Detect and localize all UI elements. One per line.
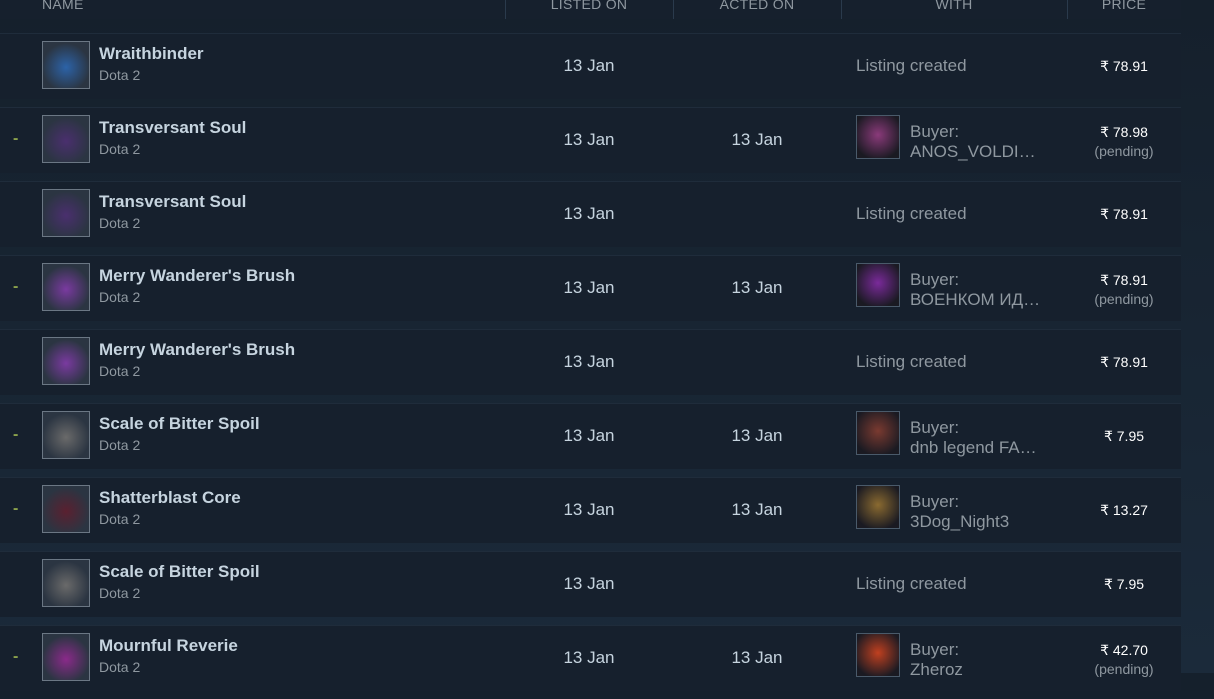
item-thumbnail[interactable] bbox=[42, 337, 90, 385]
buyer-name-link[interactable]: 3Dog_Night3 bbox=[910, 512, 1050, 532]
gain-marker: - bbox=[13, 426, 19, 443]
item-game: Dota 2 bbox=[99, 363, 141, 379]
price-value: ₹ 78.91 bbox=[1100, 58, 1148, 74]
table-row[interactable]: Wraithbinder Dota 2 13 Jan Listing created ₹… bbox=[0, 33, 1181, 99]
listing-status: Listing created bbox=[856, 204, 967, 223]
price-value: ₹ 13.27 bbox=[1100, 502, 1148, 518]
price-value: ₹ 7.95 bbox=[1103, 428, 1145, 444]
item-game: Dota 2 bbox=[99, 141, 141, 157]
listed-on-date: 13 Jan bbox=[563, 426, 615, 445]
buyer-name-link[interactable]: ANOS_VOLDI… bbox=[910, 142, 1050, 162]
item-game: Dota 2 bbox=[99, 215, 141, 231]
listed-on-date: 13 Jan bbox=[563, 56, 615, 75]
buyer-avatar[interactable] bbox=[856, 115, 900, 159]
buyer-label: Buyer: bbox=[910, 122, 960, 141]
table-row[interactable]: - Merry Wanderer's Brush Dota 2 13 Jan 13 Ja… bbox=[0, 255, 1181, 321]
item-name-link[interactable]: Transversant Soul bbox=[99, 118, 246, 138]
listed-on-date: 13 Jan bbox=[563, 204, 615, 223]
buyer-label: Buyer: bbox=[910, 640, 960, 659]
acted-on-date: 13 Jan bbox=[731, 648, 783, 667]
item-name-link[interactable]: Merry Wanderer's Brush bbox=[99, 340, 295, 360]
item-game: Dota 2 bbox=[99, 511, 141, 527]
header-name[interactable]: NAME bbox=[42, 0, 84, 19]
header-listed-on[interactable]: LISTED ON bbox=[505, 0, 673, 19]
item-name-link[interactable]: Scale of Bitter Spoil bbox=[99, 414, 260, 434]
acted-on-date: 13 Jan bbox=[731, 426, 783, 445]
buyer-avatar[interactable] bbox=[856, 411, 900, 455]
item-name-link[interactable]: Scale of Bitter Spoil bbox=[99, 562, 260, 582]
pending-status: (pending) bbox=[1094, 143, 1154, 159]
gain-marker: - bbox=[13, 500, 19, 517]
item-thumbnail[interactable] bbox=[42, 263, 90, 311]
table-row[interactable]: Transversant Soul Dota 2 13 Jan Listing cre… bbox=[0, 181, 1181, 247]
item-game: Dota 2 bbox=[99, 437, 141, 453]
buyer-label: Buyer: bbox=[910, 270, 960, 289]
buyer-name-link[interactable]: Zheroz bbox=[910, 660, 1050, 680]
price-value: ₹ 7.95 bbox=[1103, 576, 1145, 592]
listed-on-date: 13 Jan bbox=[563, 352, 615, 371]
listed-on-date: 13 Jan bbox=[563, 648, 615, 667]
item-thumbnail[interactable] bbox=[42, 559, 90, 607]
listing-status: Listing created bbox=[856, 352, 967, 371]
price-value: ₹ 78.91 bbox=[1100, 206, 1148, 222]
item-thumbnail[interactable] bbox=[42, 633, 90, 681]
item-game: Dota 2 bbox=[99, 289, 141, 305]
gain-marker: - bbox=[13, 648, 19, 665]
buyer-name-link[interactable]: dnb legend FA… bbox=[910, 438, 1050, 458]
buyer-avatar[interactable] bbox=[856, 485, 900, 529]
buyer-name-link[interactable]: ВОЕНКОМ ИД… bbox=[910, 290, 1050, 310]
pending-status: (pending) bbox=[1094, 291, 1154, 307]
item-game: Dota 2 bbox=[99, 585, 141, 601]
listing-status: Listing created bbox=[856, 56, 967, 75]
buyer-avatar[interactable] bbox=[856, 633, 900, 677]
item-name-link[interactable]: Shatterblast Core bbox=[99, 488, 241, 508]
history-list: Wraithbinder Dota 2 13 Jan Listing created ₹… bbox=[0, 33, 1181, 699]
acted-on-date: 13 Jan bbox=[731, 130, 783, 149]
listed-on-date: 13 Jan bbox=[563, 278, 615, 297]
price-value: ₹ 78.98 bbox=[1100, 124, 1148, 140]
price-value: ₹ 42.70 bbox=[1100, 642, 1148, 658]
item-thumbnail[interactable] bbox=[42, 41, 90, 89]
table-row[interactable]: - Shatterblast Core Dota 2 13 Jan 13 Jan Buye… bbox=[0, 477, 1181, 543]
listed-on-date: 13 Jan bbox=[563, 130, 615, 149]
table-row[interactable]: - Scale of Bitter Spoil Dota 2 13 Jan 13 Jan… bbox=[0, 403, 1181, 469]
acted-on-date: 13 Jan bbox=[731, 500, 783, 519]
gain-marker: - bbox=[13, 130, 19, 147]
gain-marker: - bbox=[13, 278, 19, 295]
item-thumbnail[interactable] bbox=[42, 115, 90, 163]
item-name-link[interactable]: Wraithbinder bbox=[99, 44, 204, 64]
listing-status: Listing created bbox=[856, 574, 967, 593]
buyer-label: Buyer: bbox=[910, 492, 960, 511]
item-name-link[interactable]: Merry Wanderer's Brush bbox=[99, 266, 295, 286]
header-price[interactable]: PRICE bbox=[1067, 0, 1181, 19]
listed-on-date: 13 Jan bbox=[563, 574, 615, 593]
listed-on-date: 13 Jan bbox=[563, 500, 615, 519]
item-name-link[interactable]: Transversant Soul bbox=[99, 192, 246, 212]
table-row[interactable]: Merry Wanderer's Brush Dota 2 13 Jan Listin… bbox=[0, 329, 1181, 395]
buyer-label: Buyer: bbox=[910, 418, 960, 437]
header-with[interactable]: WITH bbox=[841, 0, 1067, 19]
table-row[interactable]: Scale of Bitter Spoil Dota 2 13 Jan Listing… bbox=[0, 551, 1181, 617]
price-value: ₹ 78.91 bbox=[1100, 354, 1148, 370]
item-thumbnail[interactable] bbox=[42, 411, 90, 459]
table-row[interactable]: - Mournful Reverie Dota 2 13 Jan 13 Jan Buyer… bbox=[0, 625, 1181, 691]
acted-on-date: 13 Jan bbox=[731, 278, 783, 297]
buyer-avatar[interactable] bbox=[856, 263, 900, 307]
header-acted-on[interactable]: ACTED ON bbox=[673, 0, 841, 19]
item-thumbnail[interactable] bbox=[42, 485, 90, 533]
item-game: Dota 2 bbox=[99, 67, 141, 83]
item-thumbnail[interactable] bbox=[42, 189, 90, 237]
item-name-link[interactable]: Mournful Reverie bbox=[99, 636, 238, 656]
table-header: NAME LISTED ON ACTED ON WITH PRICE bbox=[0, 0, 1181, 19]
table-row[interactable]: - Transversant Soul Dota 2 13 Jan 13 Jan Buye… bbox=[0, 107, 1181, 173]
price-value: ₹ 78.91 bbox=[1100, 272, 1148, 288]
pending-status: (pending) bbox=[1094, 661, 1154, 677]
